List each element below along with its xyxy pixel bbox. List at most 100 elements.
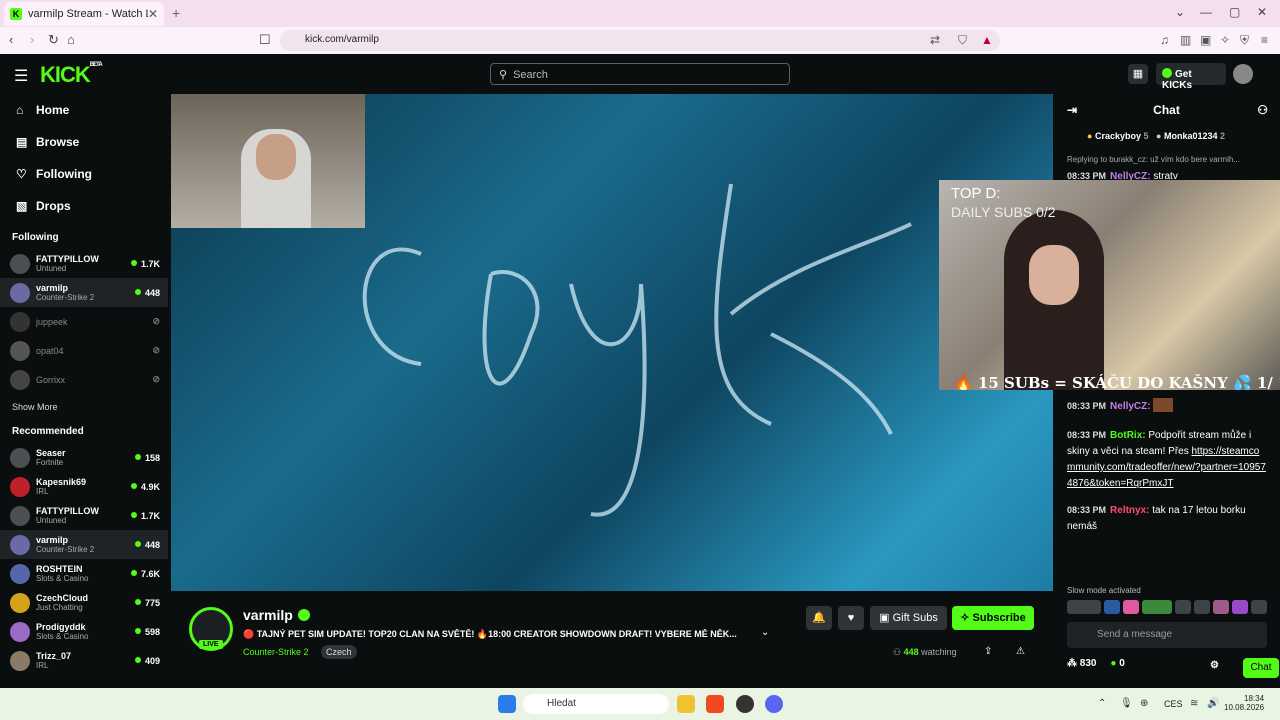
language-tag[interactable]: Czech (321, 645, 357, 659)
windows-start-icon[interactable] (498, 695, 516, 713)
user-avatar[interactable] (1233, 64, 1253, 84)
menu-icon[interactable]: ≡ (1261, 33, 1268, 47)
channel-name: FATTYPILLOW (36, 254, 99, 264)
hamburger-menu-icon[interactable]: ☰ (14, 66, 28, 86)
left-sidebar: ⌂ Home ▤ Browse ♡ Following ▧ Drops Followin… (0, 94, 168, 688)
collapse-chat-icon[interactable]: ⇥ (1067, 94, 1077, 126)
maximize-icon[interactable]: ▢ (1229, 5, 1240, 19)
sidebar-item-drops[interactable]: ▧ Drops (0, 190, 168, 222)
report-icon[interactable]: ⚠ (1016, 646, 1025, 657)
channel-item[interactable]: Gorrixx ⊘ (0, 365, 168, 394)
message-user[interactable]: BotRix: (1110, 430, 1146, 441)
home-browser-icon[interactable]: ⌂ (67, 32, 75, 47)
url-text: kick.com/varmilp (305, 34, 379, 45)
reload-icon[interactable]: ↻ (48, 32, 59, 48)
chevron-down-icon[interactable]: ⌄ (761, 627, 769, 638)
discord-icon[interactable] (765, 695, 783, 713)
sidebar-item-following[interactable]: ♡ Following (0, 158, 168, 190)
leo-icon[interactable]: ✧ (1220, 33, 1230, 47)
leader-count: 2 (1220, 131, 1226, 141)
tray-chevron-icon[interactable]: ⌃ (1098, 698, 1106, 709)
back-icon[interactable]: ‹ (9, 32, 13, 47)
channel-item[interactable]: ROSHTEIN Slots & Casino 7.6K (0, 559, 168, 588)
recommended-section-title: Recommended (12, 426, 84, 437)
channel-item[interactable]: opat04 ⊘ (0, 336, 168, 365)
dashboard-icon[interactable]: ▦ (1128, 64, 1148, 84)
channel-item[interactable]: juppeek ⊘ (0, 307, 168, 336)
gift-subs-button[interactable]: ▣ Gift Subs (870, 606, 947, 630)
channel-item[interactable]: varmilp Counter-Strike 2 448 (0, 278, 168, 307)
sidebar-item-home[interactable]: ⌂ Home (0, 94, 168, 126)
forward-icon[interactable]: › (30, 32, 34, 47)
chat-users-icon[interactable]: ⚇ (1257, 94, 1268, 126)
music-icon[interactable]: ♫ (1160, 33, 1169, 47)
brave-browser-icon[interactable] (706, 695, 724, 713)
reply-note: Replying to burakk_cz: už vím kdo bere v… (1067, 155, 1240, 164)
network-icon[interactable]: ⊕ (1140, 698, 1148, 709)
nav-label: Home (36, 103, 70, 117)
language-indicator[interactable]: CES (1164, 699, 1183, 709)
new-tab-button[interactable]: + (172, 5, 180, 21)
streamer-head (256, 134, 296, 180)
address-bar[interactable]: kick.com/varmilp (280, 30, 1000, 51)
channel-name: FATTYPILLOW (36, 506, 99, 516)
stream-category-link[interactable]: Counter-Strike 2 (243, 647, 309, 657)
show-more-link[interactable]: Show More (0, 394, 168, 416)
browser-tab[interactable]: K varmilp Stream - Watch Live ✕ (4, 2, 164, 26)
search-input[interactable]: ⚲ Search (490, 63, 790, 85)
share-icon[interactable]: ⇪ (984, 646, 992, 657)
streamer-face (1029, 245, 1079, 305)
channel-category: Slots & Casino (36, 632, 89, 641)
wallet-icon[interactable]: ▣ (1200, 33, 1211, 47)
channel-item[interactable]: CzechCloud Just Chatting 775 (0, 588, 168, 617)
volume-icon[interactable]: 🔊 (1207, 698, 1219, 709)
channel-item[interactable]: Seaser Fortnite 158 (0, 443, 168, 472)
watching-count: 448 (903, 647, 919, 657)
crown-icon: ● (1087, 131, 1093, 141)
sidebar-item-browse[interactable]: ▤ Browse (0, 126, 168, 158)
kick-logo[interactable]: KICKBETA (40, 62, 103, 88)
chat-message: 08:33 PM BotRix: Podpořit stream může i s… (1053, 427, 1280, 492)
message-user[interactable]: Reltnyx: (1110, 505, 1149, 516)
follow-heart-button[interactable]: ♥ (838, 606, 864, 630)
minimize-icon[interactable]: — (1200, 5, 1212, 19)
wifi-icon[interactable]: ≋ (1190, 698, 1198, 709)
microphone-icon[interactable]: 🎙 (1120, 698, 1133, 709)
subscribe-button[interactable]: ✧ Subscribe (952, 606, 1034, 630)
overlay-daily-subs: DAILY SUBS 0/2 (951, 204, 1056, 220)
channel-category: IRL (36, 487, 49, 496)
vpn-icon[interactable]: ⛨ (1240, 33, 1249, 48)
brave-shield-icon[interactable]: ⛉ (958, 33, 967, 48)
viewer-count: 158 (135, 453, 160, 463)
close-window-icon[interactable]: ✕ (1257, 5, 1267, 19)
channel-item[interactable]: Kapesnik69 IRL 4.9K (0, 472, 168, 501)
channel-item[interactable]: FATTYPILLOW Untuned 1.7K (0, 249, 168, 278)
translate-icon[interactable]: ⇄ (930, 33, 940, 47)
get-kicks-button[interactable]: Get KICKs (1156, 63, 1226, 91)
file-explorer-icon[interactable] (677, 695, 695, 713)
chat-message: 08:33 PM NellyCZ: (1053, 398, 1280, 415)
taskbar-search[interactable]: Hledat (523, 694, 669, 714)
obs-icon[interactable] (736, 695, 754, 713)
channel-name-heading[interactable]: varmilp (243, 607, 310, 623)
brave-rewards-icon[interactable]: ▲ (981, 33, 993, 47)
bookmark-icon[interactable]: ☐ (259, 32, 271, 48)
close-tab-icon[interactable]: ✕ (148, 7, 158, 21)
channel-name: CzechCloud (36, 593, 89, 603)
channel-item[interactable]: FATTYPILLOW Untuned 1.7K (0, 501, 168, 530)
subscribe-label: Subscribe (972, 612, 1026, 624)
message-time: 08:33 PM (1067, 401, 1107, 411)
notification-bell-button[interactable]: 🔔 (806, 606, 832, 630)
message-user[interactable]: NellyCZ: (1110, 401, 1151, 412)
channel-item[interactable]: varmilp Counter-Strike 2 448 (0, 530, 168, 559)
chat-webcam-overlay: TOP D: DAILY SUBS 0/2 🔥 15 SUBs = SKÁČU … (939, 180, 1280, 390)
logo-text: KICK (40, 62, 91, 87)
heart-icon: ♡ (16, 167, 27, 181)
chevron-down-icon[interactable]: ⌄ (1175, 5, 1185, 19)
channel-name: juppeek (36, 316, 68, 327)
video-player[interactable] (171, 94, 1053, 591)
channel-item[interactable]: Prodigyddk Slots & Casino 598 (0, 617, 168, 646)
channel-item[interactable]: Trizz_07 IRL 409 (0, 646, 168, 675)
sidebar-icon[interactable]: ▥ (1180, 33, 1191, 47)
taskbar-clock[interactable]: 18:34 10.08.2026 (1224, 694, 1264, 712)
